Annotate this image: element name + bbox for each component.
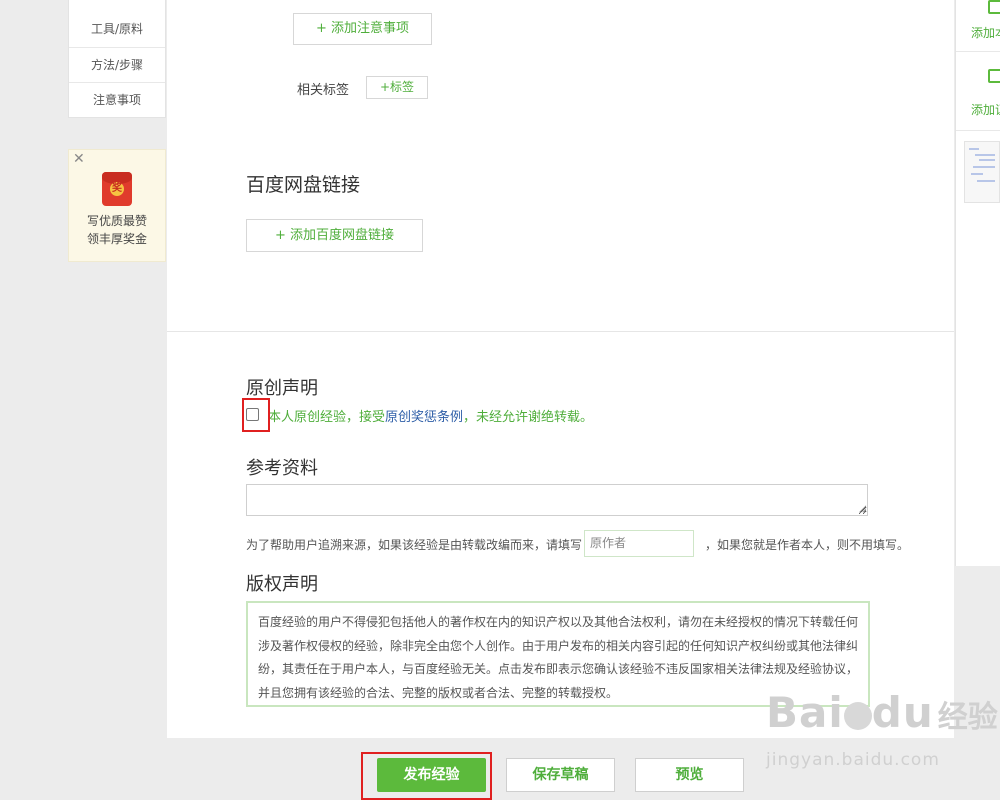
preview-button[interactable]: 预览 <box>635 758 744 792</box>
watermark-cn: 经验 <box>937 700 998 735</box>
original-statement-text: 本人原创经验，接受原创奖惩条例，未经允许谢绝转载。 <box>268 410 594 425</box>
tags-label: 相关标签 <box>297 83 350 98</box>
baidu-pan-title: 百度网盘链接 <box>246 174 361 196</box>
add-pan-link-button[interactable]: + 添加百度网盘链接 <box>246 219 423 252</box>
left-step-nav: 工具/原料 方法/步骤 注意事项 <box>68 0 166 118</box>
copyright-title: 版权声明 <box>246 574 318 595</box>
publish-highlight <box>361 752 492 800</box>
nav-item-notes[interactable]: 注意事项 <box>69 82 165 117</box>
add-note-button[interactable]: + 添加注意事项 <box>293 13 432 45</box>
section-divider <box>167 331 954 332</box>
original-author-input[interactable]: 原作者 <box>584 530 694 557</box>
nav-item-tools[interactable]: 工具/原料 <box>69 12 165 47</box>
promo-line-1: 写优质最赞 <box>86 214 147 228</box>
promo-text: 写优质最赞 领丰厚奖金 <box>69 212 165 248</box>
baidu-jingyan-watermark: Bai du 经验 jingyan.baidu.com <box>766 688 998 770</box>
reward-promo-card: ✕ 奖 写优质最赞 领丰厚奖金 <box>68 149 166 262</box>
reward-badge: 奖 <box>110 182 124 196</box>
add-proof-label: 添加证 <box>971 103 1000 117</box>
reference-textarea[interactable]: ◢ <box>246 484 868 516</box>
add-tag-button[interactable]: +标签 <box>366 76 428 99</box>
reference-title: 参考资料 <box>246 458 318 479</box>
editor-main-panel: + 添加注意事项 相关标签 +标签 百度网盘链接 + 添加百度网盘链接 原创声明… <box>167 0 954 738</box>
save-draft-button[interactable]: 保存草稿 <box>506 758 615 792</box>
reference-hint-before: 为了帮助用户追溯来源，如果该经验是由转载改编而来，请填写 <box>246 538 583 552</box>
picture-icon <box>988 69 1000 83</box>
add-body-item[interactable]: 添加本 <box>956 0 1000 52</box>
page-thumbnail[interactable] <box>964 141 1000 203</box>
reward-rules-link[interactable]: 原创奖惩条例 <box>385 410 463 425</box>
watermark-brand: Bai du <box>766 688 934 737</box>
close-icon[interactable]: ✕ <box>73 151 85 167</box>
checkbox-highlight <box>242 398 270 432</box>
resize-grip-icon[interactable]: ◢ <box>859 504 866 514</box>
red-envelope-icon: 奖 <box>102 172 132 206</box>
add-body-label: 添加本 <box>971 26 1000 40</box>
nav-item-steps[interactable]: 方法/步骤 <box>69 47 165 82</box>
promo-line-2: 领丰厚奖金 <box>86 232 147 246</box>
original-statement-title: 原创声明 <box>246 378 318 399</box>
image-icon <box>988 0 1000 14</box>
paw-icon <box>843 701 872 730</box>
right-sidebar: 添加本 添加证 <box>955 0 1000 566</box>
watermark-url: jingyan.baidu.com <box>766 750 940 770</box>
reference-hint-after: ，如果您就是作者本人，则不用填写。 <box>705 538 910 552</box>
add-proof-item[interactable]: 添加证 <box>956 53 1000 131</box>
